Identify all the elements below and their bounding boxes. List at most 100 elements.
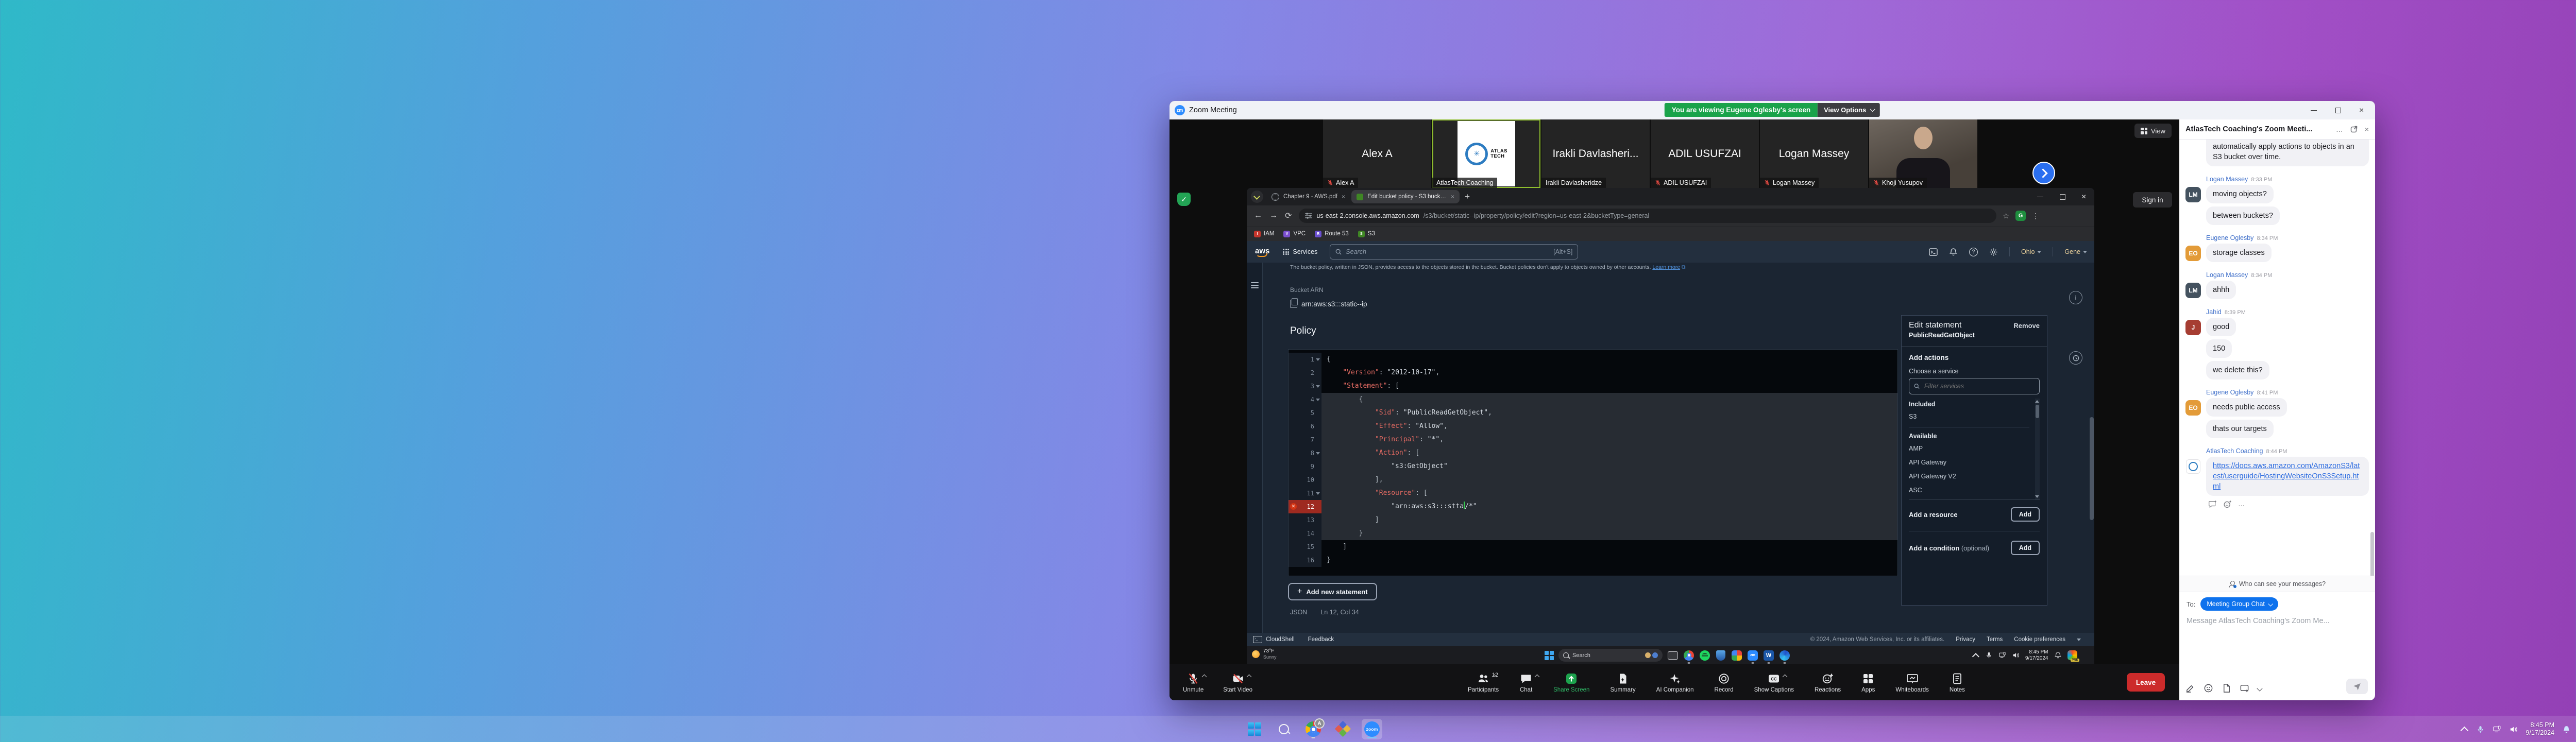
add-resource-button[interactable]: Add — [2011, 507, 2040, 522]
browser-minimize-button[interactable] — [2037, 194, 2044, 200]
tray-expand-icon[interactable] — [1972, 653, 1979, 660]
add-comment-icon[interactable] — [2208, 500, 2217, 509]
browser-maximize-button[interactable] — [2059, 194, 2066, 200]
account-menu[interactable]: Gene — [2064, 248, 2087, 255]
service-item[interactable]: API Gateway — [1909, 456, 2040, 470]
more-actions-icon[interactable]: … — [2238, 500, 2245, 509]
tab-close-icon[interactable]: × — [1451, 193, 1454, 200]
weather-widget[interactable]: 73°FSunny — [1252, 648, 1277, 660]
file-attach-icon[interactable] — [2222, 683, 2231, 693]
service-item[interactable]: Access Analyzer — [1909, 497, 2040, 500]
browser-profile-avatar[interactable]: G — [2015, 211, 2026, 221]
site-settings-icon[interactable] — [1305, 213, 1312, 219]
chat-more-icon[interactable]: … — [2336, 125, 2343, 133]
toolbar-chat-button[interactable]: Chat — [1518, 672, 1534, 693]
view-options-button[interactable]: View Options — [1818, 103, 1880, 117]
close-button[interactable]: × — [2359, 107, 2366, 114]
forward-button[interactable]: → — [1269, 211, 1278, 220]
aws-search-input[interactable]: Search [Alt+S] — [1330, 244, 1578, 260]
taskbar-search-icon[interactable] — [1274, 719, 1294, 739]
cloudshell-icon[interactable] — [1929, 248, 1938, 256]
chat-link[interactable]: https://docs.aws.amazon.com/AmazonS3/lat… — [2213, 462, 2360, 491]
page-scrollbar[interactable] — [2090, 417, 2094, 520]
terms-link[interactable]: Terms — [1987, 636, 2003, 643]
minimize-button[interactable] — [2311, 107, 2317, 114]
settings-gear-icon[interactable] — [1989, 248, 1998, 256]
hamburger-menu-icon[interactable] — [1251, 282, 1259, 290]
taskbar-chrome-icon[interactable]: A — [1303, 719, 1324, 739]
copilot-preview-icon[interactable]: PRE — [2067, 650, 2077, 660]
service-item[interactable]: ASC — [1909, 484, 2040, 497]
shared-taskbar-zoom-icon[interactable]: zm — [1747, 650, 1758, 661]
participant-tile-irakli-davlasheridze[interactable]: Irakli Davlasheri...Irakli Davlasheridze — [1541, 119, 1650, 188]
service-item[interactable]: AMP — [1909, 442, 2040, 456]
browser-tab[interactable]: Edit bucket policy - S3 bucket s× — [1351, 190, 1460, 203]
taskbar-zoom-icon[interactable]: zoom — [1362, 719, 1382, 739]
chat-scrollbar[interactable] — [2370, 532, 2374, 576]
toolbar-record-button[interactable]: Record — [1714, 672, 1735, 693]
bookmark-route-53[interactable]: RRoute 53 — [1315, 231, 1349, 237]
toolbar-reactions-button[interactable]: Reactions — [1814, 672, 1842, 693]
participant-tile-adil-usufzai[interactable]: ADIL USUFZAIADIL USUFZAI — [1651, 119, 1759, 188]
speaker-tray-icon[interactable] — [2509, 725, 2518, 734]
tab-search-chevron-icon[interactable] — [1251, 191, 1263, 203]
policy-json-editor[interactable]: 1{2 "Version": "2012-10-17",3 "Statement… — [1288, 349, 1898, 576]
shared-clock[interactable]: 8:45 PM9/17/2024 — [2025, 649, 2048, 662]
notifications-bell-icon[interactable] — [1949, 248, 1958, 256]
notifications-tray-icon[interactable] — [2054, 651, 2062, 659]
speaker-tray-icon[interactable] — [2012, 651, 2020, 659]
next-participants-button[interactable] — [2032, 162, 2055, 184]
participant-tile-alex-a[interactable]: Alex AAlex A — [1323, 119, 1431, 188]
who-can-see-bar[interactable]: Who can see your messages? — [2179, 576, 2375, 592]
toolbar-unmute-button[interactable]: Unmute — [1182, 672, 1205, 693]
shared-taskbar-shield-icon[interactable] — [1715, 650, 1726, 661]
shared-taskbar-chrome-icon[interactable] — [1683, 650, 1694, 661]
footer-chevron-icon[interactable] — [2077, 639, 2081, 641]
shared-taskbar-word-icon[interactable]: W — [1763, 650, 1774, 661]
view-layout-button[interactable]: View — [2134, 124, 2172, 138]
toolbar-notes-button[interactable]: Notes — [1948, 672, 1966, 693]
add-reaction-icon[interactable] — [2223, 500, 2232, 509]
microphone-tray-icon[interactable] — [2476, 725, 2485, 734]
emoji-icon[interactable] — [2204, 683, 2213, 693]
toolbar-share-screen-button[interactable]: Share Screen — [1552, 672, 1590, 693]
participant-tile-atlastech-coaching[interactable]: ATLASTECHAtlasTech Coaching — [1432, 119, 1540, 188]
toolbar-summary-button[interactable]: Summary — [1609, 672, 1636, 693]
security-shield-icon[interactable]: ✓ — [1177, 193, 1191, 206]
taskbar-widgets-icon[interactable] — [1332, 719, 1353, 739]
leave-button[interactable]: Leave — [2127, 673, 2165, 692]
toolbar-whiteboards-button[interactable]: Whiteboards — [1894, 672, 1930, 693]
tray-expand-icon[interactable] — [2461, 726, 2469, 734]
cloudshell-footer-button[interactable]: ›_CloudShell — [1253, 636, 1295, 643]
cast-tray-icon[interactable] — [1998, 651, 2006, 659]
participant-tile-logan-massey[interactable]: Logan MasseyLogan Massey — [1760, 119, 1868, 188]
taskbar-search-box[interactable]: Search — [1558, 649, 1663, 662]
services-menu[interactable]: Services — [1283, 248, 1317, 255]
start-button[interactable] — [1545, 651, 1554, 660]
browser-menu-icon[interactable]: ⋮ — [2032, 212, 2039, 220]
browser-tab[interactable]: Chapter 9 - AWS.pdf× — [1266, 190, 1350, 203]
filter-services-input[interactable] — [1909, 378, 2040, 394]
info-panel-icon[interactable]: i — [2069, 291, 2082, 304]
notifications-bell-icon[interactable] — [2562, 725, 2571, 734]
help-icon[interactable]: ? — [1969, 248, 1978, 256]
bookmark-star-icon[interactable]: ☆ — [2003, 212, 2009, 220]
bookmark-vpc[interactable]: VVPC — [1283, 231, 1306, 237]
message-input[interactable]: Message AtlasTech Coaching's Zoom Me... — [2187, 617, 2368, 625]
format-pencil-icon[interactable] — [2185, 683, 2195, 693]
cookie-preferences-link[interactable]: Cookie preferences — [2014, 636, 2065, 643]
maximize-button[interactable] — [2335, 107, 2342, 114]
address-bar[interactable]: us-east-2.console.aws.amazon.com/s3/buck… — [1299, 209, 1996, 223]
new-tab-button[interactable]: + — [1465, 192, 1470, 202]
service-item[interactable]: S3 — [1909, 410, 2040, 424]
taskbar-clock[interactable]: 8:45 PM9/17/2024 — [2526, 721, 2554, 737]
toolbar-show-captions-button[interactable]: CCShow Captions — [1753, 672, 1795, 693]
back-button[interactable]: ← — [1254, 211, 1262, 220]
send-button[interactable] — [2346, 679, 2368, 694]
shared-taskbar-edge-icon[interactable] — [1779, 650, 1790, 661]
reload-button[interactable]: ⟳ — [1285, 211, 1292, 221]
feedback-link[interactable]: Feedback — [1308, 636, 1334, 643]
tab-close-icon[interactable]: × — [1342, 193, 1345, 200]
toolbar-participants-button[interactable]: 12Participants — [1467, 672, 1500, 693]
taskbar-start-button[interactable] — [1244, 719, 1265, 739]
